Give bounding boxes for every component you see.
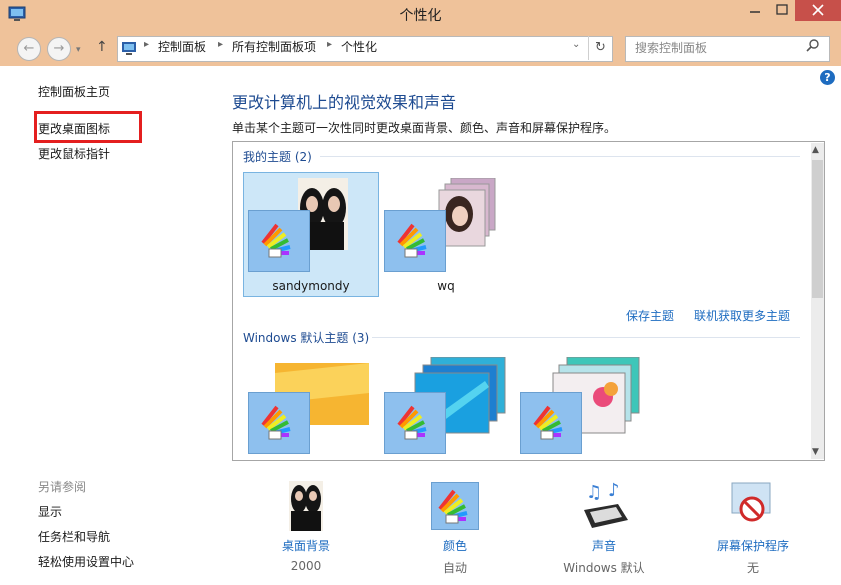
- change-mouse-pointer-link[interactable]: 更改鼠标指针: [38, 145, 110, 162]
- window-title: 个性化: [399, 8, 442, 24]
- close-icon: [812, 4, 824, 16]
- see-also-display-link[interactable]: 显示: [38, 503, 62, 520]
- help-icon[interactable]: ?: [820, 70, 835, 85]
- sound-icon[interactable]: ♫ ♪: [578, 480, 632, 532]
- page-description: 单击某个主题可一次性同时更改桌面背景、颜色、声音和屏幕保护程序。: [232, 121, 617, 135]
- breadcrumb-item[interactable]: 控制面板: [158, 38, 206, 55]
- screensaver-value: 无: [746, 561, 759, 575]
- close-button[interactable]: [795, 0, 841, 21]
- color-palette-icon: [520, 392, 582, 454]
- up-button[interactable]: ↑: [96, 39, 108, 55]
- refresh-icon[interactable]: ↻: [588, 36, 612, 60]
- breadcrumb-separator-icon: ▸: [218, 39, 224, 50]
- save-theme-link[interactable]: 保存主题: [626, 307, 674, 324]
- sound-link[interactable]: 声音: [549, 537, 659, 554]
- minimize-button[interactable]: [741, 0, 769, 21]
- desktop-background-icon[interactable]: [289, 481, 323, 531]
- svg-text:♪: ♪: [608, 480, 620, 501]
- theme-name: wq: [437, 279, 455, 293]
- page-title: 更改计算机上的视觉效果和声音: [232, 93, 457, 112]
- see-also-title: 另请参阅: [38, 480, 87, 494]
- windows-themes-title: Windows 默认主题 (3): [243, 331, 370, 345]
- sound-value: Windows 默认: [563, 561, 645, 575]
- forward-button[interactable]: →: [47, 37, 71, 61]
- section-divider: [372, 337, 800, 338]
- my-themes-title: 我的主题 (2): [243, 150, 312, 164]
- screensaver-icon[interactable]: [728, 481, 774, 529]
- breadcrumb-separator-icon: ▸: [327, 39, 333, 50]
- screensaver-link[interactable]: 屏幕保护程序: [698, 537, 808, 554]
- color-palette-icon: [384, 210, 446, 272]
- maximize-button[interactable]: [769, 0, 795, 21]
- search-placeholder: 搜索控制面板: [635, 41, 708, 55]
- sidebar-home-link[interactable]: 控制面板主页: [38, 83, 110, 100]
- section-divider: [320, 156, 800, 157]
- scrollbar-thumb[interactable]: [812, 160, 823, 298]
- breadcrumb-item[interactable]: 个性化: [341, 38, 377, 55]
- color-value: 自动: [442, 561, 467, 575]
- back-button[interactable]: ←: [17, 37, 41, 61]
- theme-name: sandymondy: [272, 279, 350, 293]
- svg-text:♫: ♫: [586, 482, 602, 503]
- desktop-background-link[interactable]: 桌面背景: [251, 537, 361, 554]
- color-palette-icon: [248, 210, 310, 272]
- address-dropdown-button[interactable]: ⌄: [572, 39, 580, 50]
- scroll-down-icon[interactable]: ▼: [812, 447, 819, 457]
- scroll-up-icon[interactable]: ▲: [812, 145, 819, 155]
- see-also-taskbar-link[interactable]: 任务栏和导航: [38, 528, 110, 545]
- color-link[interactable]: 颜色: [400, 537, 510, 554]
- color-palette-icon: [248, 392, 310, 454]
- color-palette-icon[interactable]: [431, 482, 479, 530]
- get-more-themes-link[interactable]: 联机获取更多主题: [694, 307, 790, 324]
- breadcrumb-item[interactable]: 所有控制面板项: [232, 38, 316, 55]
- change-desktop-icons-link[interactable]: 更改桌面图标: [38, 120, 110, 137]
- recent-pages-dropdown[interactable]: ▾: [76, 45, 81, 55]
- breadcrumb-separator-icon: ▸: [144, 39, 150, 50]
- control-panel-icon: [121, 40, 137, 59]
- search-icon[interactable]: [806, 38, 820, 55]
- see-also-ease-of-access-link[interactable]: 轻松使用设置中心: [38, 553, 134, 570]
- color-palette-icon: [384, 392, 446, 454]
- desktop-background-value: 2000: [290, 559, 322, 573]
